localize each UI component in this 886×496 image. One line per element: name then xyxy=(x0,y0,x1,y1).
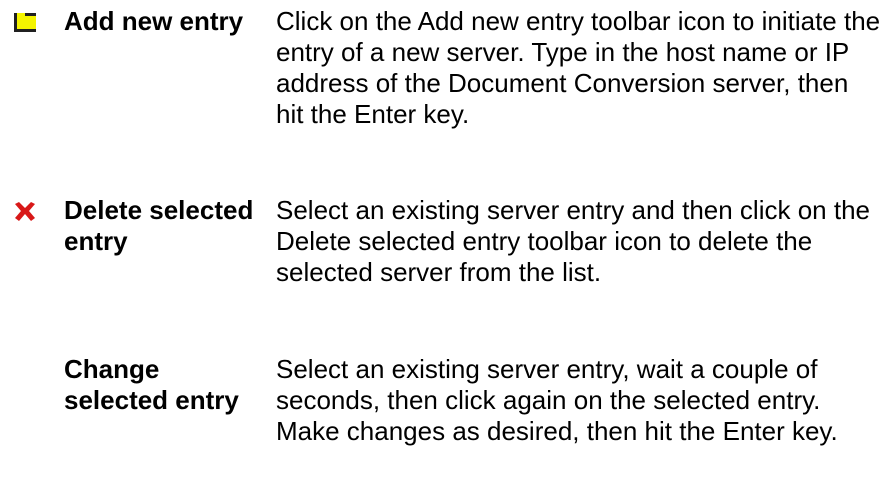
toolbar-help-table: Add new entry Click on the Add new entry… xyxy=(0,0,886,496)
help-description: Click on the Add new entry toolbar icon … xyxy=(276,6,881,129)
help-term: Add new entry xyxy=(64,6,244,36)
help-term: Delete selected entry xyxy=(64,195,254,256)
add-entry-icon xyxy=(13,10,37,34)
help-row-delete-entry: Delete selected entry Select an existing… xyxy=(0,190,886,351)
help-row-change-entry: Change selected entry Select an existing… xyxy=(0,351,886,496)
help-row-add-entry: Add new entry Click on the Add new entry… xyxy=(0,0,886,190)
help-description: Select an existing server entry, wait a … xyxy=(276,354,838,446)
help-term: Change selected entry xyxy=(64,354,239,415)
delete-entry-icon xyxy=(13,200,37,224)
help-description: Select an existing server entry and then… xyxy=(276,195,870,287)
